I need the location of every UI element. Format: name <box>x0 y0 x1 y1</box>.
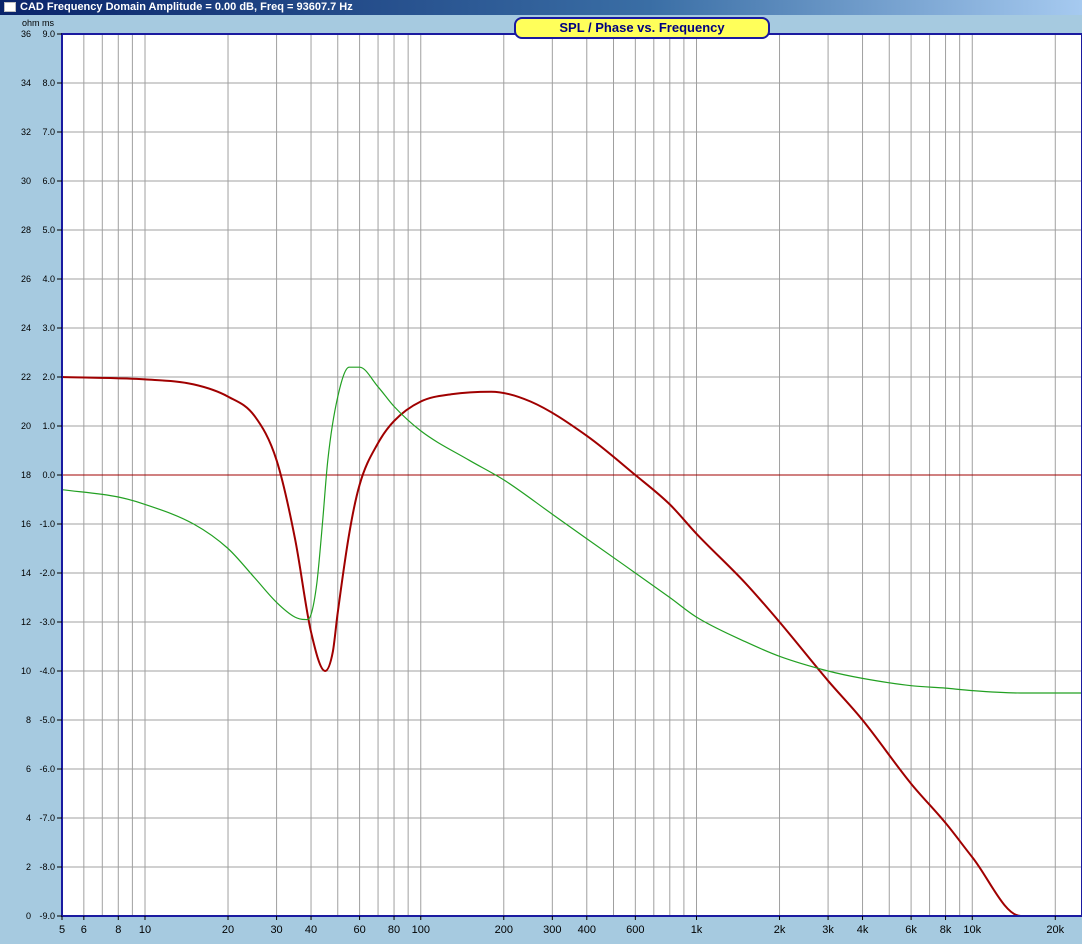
x-tick-label: 8 <box>115 924 121 936</box>
x-tick-label: 80 <box>388 924 400 936</box>
x-tick-label: 3k <box>822 924 834 936</box>
x-tick-label: 40 <box>305 924 317 936</box>
x-tick-label: 600 <box>626 924 644 936</box>
y-tick-label-ms: 5.0 <box>42 225 55 235</box>
plot-title: SPL / Phase vs. Frequency <box>514 17 770 39</box>
y-tick-label-ms: 3.0 <box>42 323 55 333</box>
y-tick-label-ms: 4.0 <box>42 274 55 284</box>
y-tick-label-ohm: 8 <box>26 715 31 725</box>
y-tick-label-ms: 1.0 <box>42 421 55 431</box>
y-tick-label-ms: 7.0 <box>42 127 55 137</box>
y-tick-label-ohm: 36 <box>21 29 31 39</box>
y-tick-label-ms: 9.0 <box>42 29 55 39</box>
y-tick-label-ohm: 22 <box>21 372 31 382</box>
y-tick-label-ms: -7.0 <box>39 813 55 823</box>
x-tick-label: 100 <box>412 924 430 936</box>
y-tick-label-ohm: 10 <box>21 666 31 676</box>
x-tick-label: 6 <box>81 924 87 936</box>
y-tick-label-ms: 8.0 <box>42 78 55 88</box>
y-tick-label-ohm: 34 <box>21 78 31 88</box>
y-tick-label-ms: -2.0 <box>39 568 55 578</box>
y-tick-label-ohm: 26 <box>21 274 31 284</box>
x-tick-label: 4k <box>857 924 869 936</box>
y-tick-label-ohm: 16 <box>21 519 31 529</box>
y-tick-label-ms: -5.0 <box>39 715 55 725</box>
y-tick-label-ohm: 4 <box>26 813 31 823</box>
x-tick-label: 20 <box>222 924 234 936</box>
y-tick-label-ohm: 24 <box>21 323 31 333</box>
left-axis-unit: ohm <box>22 18 40 28</box>
y-tick-label-ms: 2.0 <box>42 372 55 382</box>
y-tick-label-ms: -3.0 <box>39 617 55 627</box>
x-axis-ticks: 5 6 8 10 20 30 40 60 80 100 200 300 400 600 1k 2k 3k 4k 6k… <box>59 916 1065 936</box>
x-tick-label: 2k <box>774 924 786 936</box>
x-tick-label: 1k <box>691 924 703 936</box>
x-tick-label: 10k <box>963 924 981 936</box>
y-tick-label-ms: -8.0 <box>39 862 55 872</box>
y-tick-label-ohm: 12 <box>21 617 31 627</box>
spl-phase-chart: 36 9.034 8.032 7.030 6.028 5.026 4.024 3.022 2.0… <box>21 18 1082 936</box>
x-tick-label: 400 <box>578 924 596 936</box>
x-tick-label: 10 <box>139 924 151 936</box>
y-tick-label-ms: -4.0 <box>39 666 55 676</box>
y-tick-label-ms: -1.0 <box>39 519 55 529</box>
x-tick-label: 200 <box>495 924 513 936</box>
y-tick-label-ms: 6.0 <box>42 176 55 186</box>
y-tick-label-ms: 0.0 <box>42 470 55 480</box>
y-tick-label-ohm: 32 <box>21 127 31 137</box>
x-tick-label: 8k <box>940 924 952 936</box>
x-tick-label: 5 <box>59 924 65 936</box>
right-axis-unit: ms <box>42 18 54 28</box>
y-tick-label-ms: -9.0 <box>39 911 55 921</box>
x-tick-label: 300 <box>543 924 561 936</box>
y-tick-label-ohm: 30 <box>21 176 31 186</box>
y-tick-label-ohm: 20 <box>21 421 31 431</box>
y-tick-label-ohm: 18 <box>21 470 31 480</box>
y-axis-ticks: 36 9.034 8.032 7.030 6.028 5.026 4.024 3.022 2.0… <box>21 29 62 921</box>
y-tick-label-ohm: 28 <box>21 225 31 235</box>
y-tick-label-ms: -6.0 <box>39 764 55 774</box>
y-tick-label-ohm: 2 <box>26 862 31 872</box>
x-tick-label: 6k <box>905 924 917 936</box>
x-tick-label: 20k <box>1046 924 1064 936</box>
x-tick-label: 30 <box>270 924 282 936</box>
y-tick-label-ohm: 6 <box>26 764 31 774</box>
x-tick-label: 60 <box>353 924 365 936</box>
y-tick-label-ohm: 14 <box>21 568 31 578</box>
y-tick-label-ohm: 0 <box>26 911 31 921</box>
